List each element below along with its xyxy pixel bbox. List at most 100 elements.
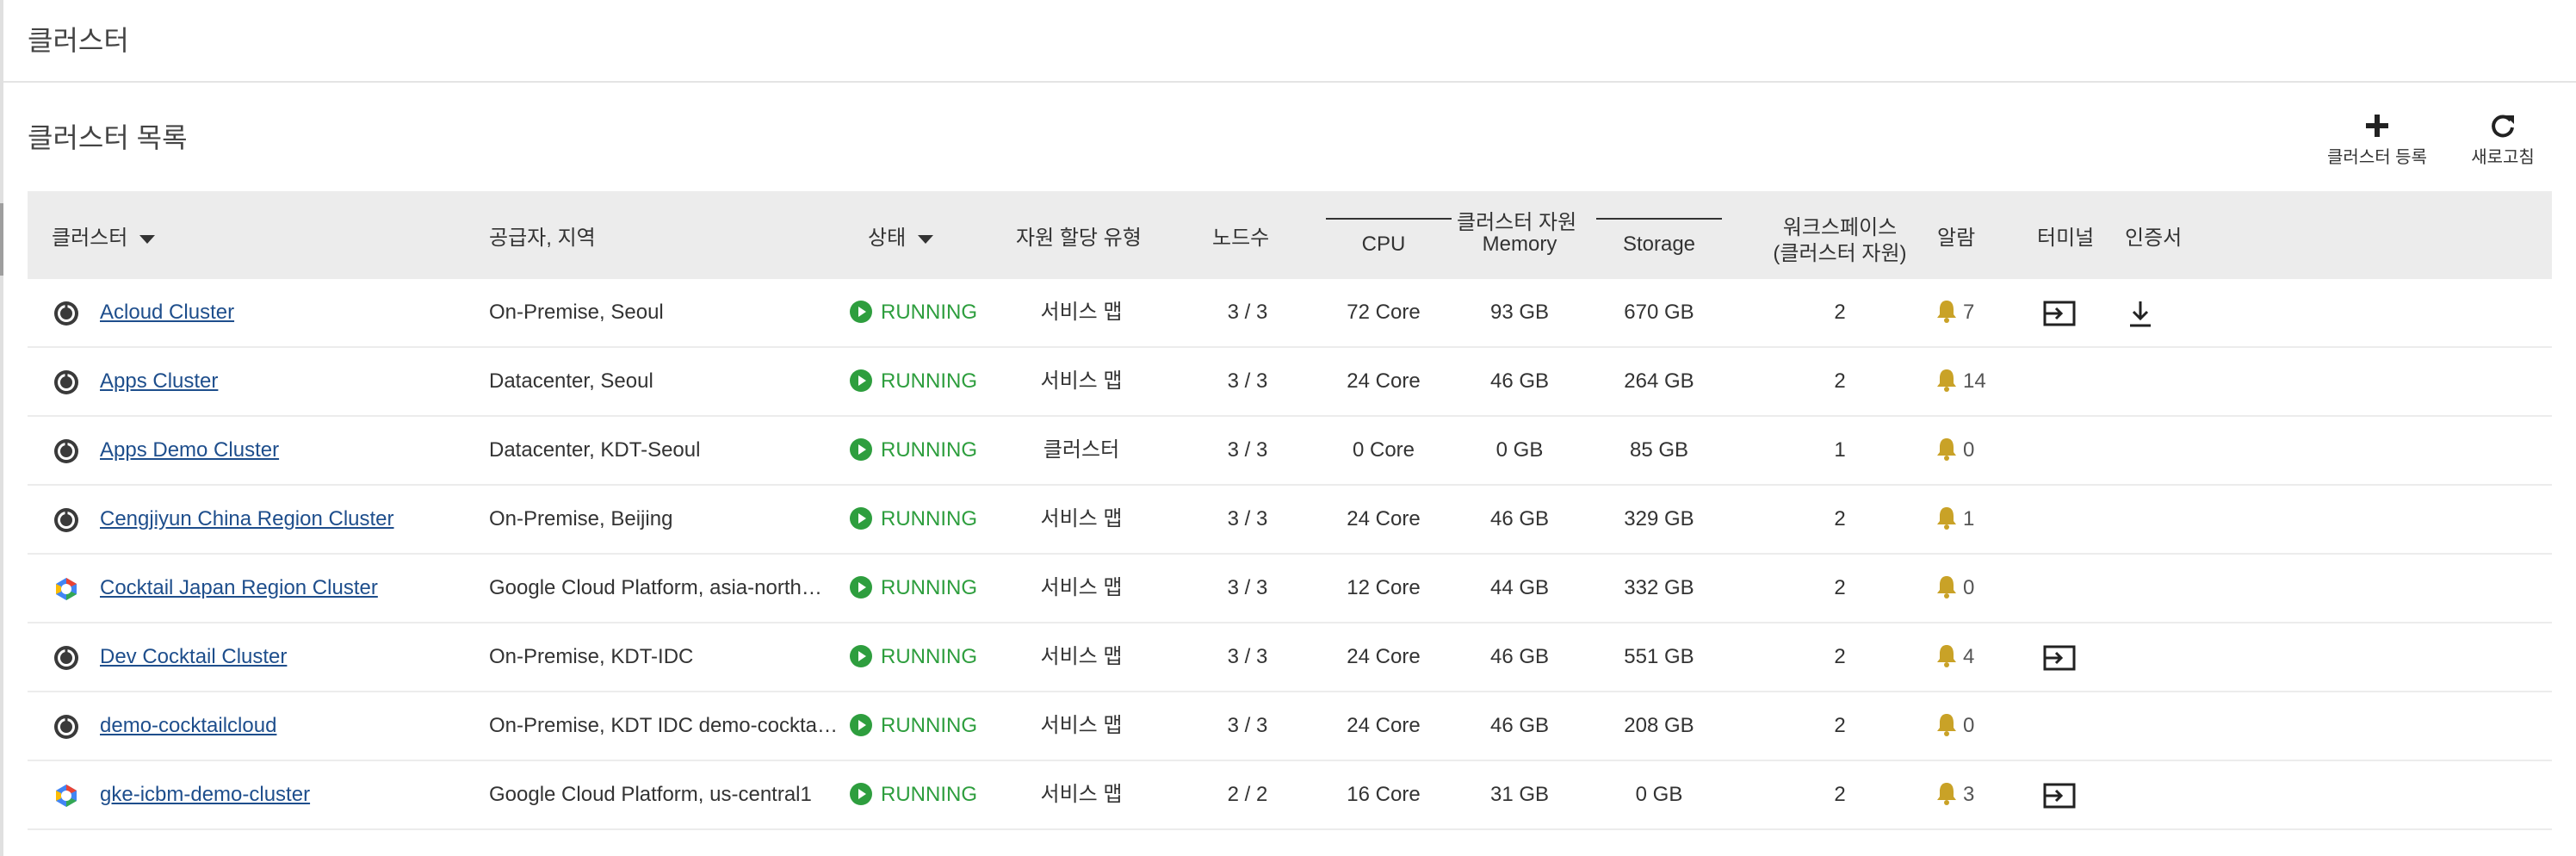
alarm-cell[interactable]: 14	[1935, 348, 2022, 415]
workspace-count: 2	[1834, 507, 1846, 530]
cluster-name-link[interactable]: gke-icbm-demo-cluster	[100, 783, 310, 806]
status-cell: RUNNING	[850, 692, 996, 760]
workspace-count: 2	[1834, 783, 1846, 806]
provider-region: Google Cloud Platform, us-central1	[489, 783, 812, 806]
alloc-type: 서비스 맵	[1040, 783, 1123, 806]
status-cell: RUNNING	[850, 555, 996, 622]
cpu-value: 0 Core	[1352, 438, 1415, 462]
resource-group-line-right	[1596, 218, 1722, 220]
alarm-cell[interactable]: 0	[1935, 555, 2022, 622]
terminal-icon[interactable]	[2042, 296, 2077, 331]
storage-value: 329 GB	[1624, 507, 1694, 530]
status-cell: RUNNING	[850, 348, 996, 415]
alarm-count: 1	[1963, 507, 1975, 530]
storage-value: 85 GB	[1629, 438, 1689, 462]
header-alloc-type: 자원 할당 유형	[1016, 226, 1142, 250]
register-cluster-button[interactable]: 클러스터 등록	[2313, 112, 2442, 168]
provider-region: On-Premise, KDT-IDC	[489, 645, 694, 668]
refresh-label: 새로고침	[2471, 148, 2535, 167]
workspace-count: 2	[1834, 714, 1846, 737]
terminal-icon[interactable]	[2042, 778, 2077, 813]
memory-value: 93 GB	[1489, 301, 1550, 324]
table-row: Acloud Cluster On-Premise, Seoul RUNNING 서비…	[28, 279, 2552, 348]
alarm-cell[interactable]: 0	[1935, 417, 2022, 484]
provider-region: Datacenter, KDT-Seoul	[489, 438, 701, 462]
bell-icon	[1937, 300, 1956, 323]
kubernetes-icon	[54, 508, 78, 532]
alarm-cell[interactable]: 4	[1935, 623, 2022, 691]
left-nav-strip	[0, 0, 3, 856]
table-row: gke-icbm-demo-cluster Google Cloud Platfo…	[28, 761, 2552, 830]
play-circle-icon	[850, 644, 872, 667]
alloc-type: 클러스터	[1043, 438, 1120, 462]
terminal-icon[interactable]	[2042, 641, 2077, 675]
kubernetes-icon	[54, 301, 78, 326]
node-count: 3 / 3	[1227, 714, 1268, 737]
download-certificate-icon[interactable]	[2123, 296, 2158, 331]
alarm-cell[interactable]: 0	[1935, 692, 2022, 760]
play-circle-icon	[850, 300, 872, 323]
status-text: RUNNING	[881, 301, 977, 324]
table-row: Cengjiyun China Region Cluster On-Premise…	[28, 486, 2552, 555]
header-status-sort[interactable]: 상태	[868, 220, 934, 251]
alloc-type: 서비스 맵	[1040, 576, 1123, 599]
refresh-icon	[2492, 115, 2514, 138]
status-text: RUNNING	[881, 438, 977, 462]
alarm-count: 7	[1963, 301, 1975, 324]
cluster-name-link[interactable]: demo-cocktailcloud	[100, 714, 276, 737]
alloc-type: 서비스 맵	[1040, 301, 1123, 324]
plus-icon	[2366, 115, 2388, 137]
play-circle-icon	[850, 713, 872, 736]
alloc-type: 서비스 맵	[1040, 645, 1123, 668]
workspace-count: 2	[1834, 576, 1846, 599]
status-text: RUNNING	[881, 714, 977, 737]
cluster-name-link[interactable]: Acloud Cluster	[100, 301, 234, 324]
provider-region: Datacenter, Seoul	[489, 369, 653, 393]
refresh-button[interactable]: 새로고침	[2438, 112, 2567, 168]
header-cluster-sort[interactable]: 클러스터	[52, 220, 156, 251]
cluster-name-link[interactable]: Apps Demo Cluster	[100, 438, 279, 462]
status-text: RUNNING	[881, 576, 977, 599]
cluster-name-link[interactable]: Apps Cluster	[100, 369, 218, 393]
cluster-name-cell: Acloud Cluster	[100, 279, 496, 346]
storage-value: 551 GB	[1624, 645, 1694, 668]
workspace-count: 2	[1834, 369, 1846, 393]
section-title: 클러스터 목록	[28, 122, 188, 153]
cluster-name-cell: Apps Cluster	[100, 348, 496, 415]
bell-icon	[1937, 713, 1956, 736]
register-cluster-label: 클러스터 등록	[2327, 148, 2427, 167]
table-row: Apps Demo Cluster Datacenter, KDT-Seoul RU…	[28, 417, 2552, 486]
page-title: 클러스터	[28, 25, 129, 56]
memory-value: 46 GB	[1489, 369, 1550, 393]
kubernetes-icon	[54, 370, 78, 394]
status-text: RUNNING	[881, 783, 977, 806]
alarm-cell[interactable]: 7	[1935, 279, 2022, 346]
memory-value: 46 GB	[1489, 507, 1550, 530]
bell-icon	[1937, 506, 1956, 530]
play-circle-icon	[850, 782, 872, 805]
node-count: 3 / 3	[1227, 438, 1268, 462]
cluster-name-link[interactable]: Cocktail Japan Region Cluster	[100, 576, 378, 599]
cpu-value: 12 Core	[1347, 576, 1421, 599]
status-cell: RUNNING	[850, 417, 996, 484]
storage-value: 208 GB	[1624, 714, 1694, 737]
alarm-cell[interactable]: 3	[1935, 761, 2022, 828]
alloc-type: 서비스 맵	[1040, 507, 1123, 530]
cluster-name-link[interactable]: Cengjiyun China Region Cluster	[100, 507, 394, 530]
kubernetes-icon	[54, 439, 78, 463]
alarm-count: 0	[1963, 438, 1975, 462]
google-cloud-icon	[56, 785, 77, 807]
memory-value: 31 GB	[1489, 783, 1550, 806]
alloc-type: 서비스 맵	[1040, 714, 1123, 737]
bell-icon	[1937, 782, 1956, 805]
node-count: 2 / 2	[1227, 783, 1268, 806]
status-text: RUNNING	[881, 507, 977, 530]
node-count: 3 / 3	[1227, 507, 1268, 530]
play-circle-icon	[850, 506, 872, 530]
header-nodes: 노드수	[1212, 226, 1270, 250]
cluster-name-link[interactable]: Dev Cocktail Cluster	[100, 645, 287, 668]
provider-region: On-Premise, KDT IDC demo-cockta…	[489, 714, 838, 737]
header-resource-group: 클러스터 자원	[1457, 211, 1577, 234]
alarm-cell[interactable]: 1	[1935, 486, 2022, 553]
google-cloud-icon	[56, 578, 77, 600]
